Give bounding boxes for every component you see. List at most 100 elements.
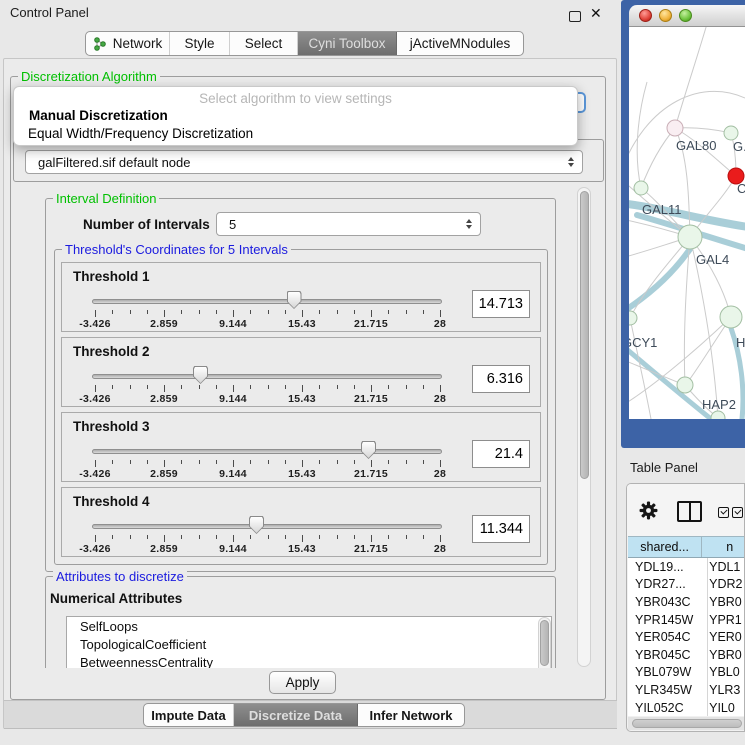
slider-track[interactable] [92,299,442,304]
algorithm-dropdown-popup: Select algorithm to view settings Manual… [13,86,578,146]
network-node[interactable] [711,411,725,419]
main-scrollbar-thumb[interactable] [580,191,589,479]
tick-mark [423,310,424,314]
tick-mark [130,535,131,539]
network-node-gal4[interactable] [678,225,702,249]
tick-mark [337,460,338,464]
column-header-shared-name[interactable]: shared... [628,537,702,557]
apply-button[interactable]: Apply [269,671,336,694]
tick-mark [130,385,131,389]
attribute-list-scrollbar[interactable] [538,617,551,668]
network-edges [629,27,745,419]
mac-zoom-icon[interactable] [679,9,692,22]
table-hscrollbar[interactable] [628,717,745,730]
network-node-gcy1[interactable] [629,311,637,325]
scale-label: 9.144 [219,468,247,480]
checkbox-icon[interactable] [732,507,743,518]
table-row[interactable]: YPR145WYPR1 [628,611,745,629]
float-window-icon[interactable] [569,11,581,22]
tick-mark [130,310,131,314]
tab-jactivemnodules[interactable]: jActiveMNodules [397,32,523,55]
dropdown-option-manual-discretization[interactable]: Manual Discretization [29,108,168,123]
network-canvas[interactable]: GAL80G.CGAL11GAL4GCY1HHAP2 [629,27,745,419]
attribute-list: SelfLoopsTopologicalCoefficientBetweenne… [66,616,552,668]
tick-mark [268,535,269,539]
number-of-intervals-combo[interactable]: 5 [216,212,481,236]
slider-track[interactable] [92,524,442,529]
threshold-label: Threshold 1 [73,269,150,284]
dropdown-option-equal-width-frequency[interactable]: Equal Width/Frequency Discretization [28,126,253,141]
column-header-name[interactable]: n [702,537,745,557]
mac-close-icon[interactable] [639,9,652,22]
tick-mark [371,460,372,467]
slider-thumb[interactable] [361,441,376,459]
table-data-combo[interactable]: galFiltered.sif default node [25,150,583,174]
list-item-topologicalcoefficient[interactable]: TopologicalCoefficient [67,635,551,653]
list-item-betweennesscentrality[interactable]: BetweennessCentrality [67,653,551,668]
checkbox-icon[interactable] [718,507,729,518]
network-node-gal80[interactable] [667,120,683,136]
threshold-label: Threshold 2 [73,344,150,359]
cell-name: YIL0 [703,701,745,715]
network-nodes: GAL80G.CGAL11GAL4GCY1HHAP2 [629,120,745,419]
node-label: C [737,181,745,196]
table-row[interactable]: YER054CYER0 [628,628,745,646]
interval-definition-title: Interval Definition [53,191,159,206]
table-row[interactable]: YBR045CYBR0 [628,646,745,664]
threshold-panel-2: Threshold 2-3.4262.8599.14415.4321.71528… [61,337,541,407]
close-icon[interactable]: ✕ [590,6,602,22]
table-row[interactable]: YBL079WYBL0 [628,664,745,682]
tick-mark [440,310,441,317]
threshold-value-field[interactable]: 14.713 [472,290,530,318]
network-node-gal11[interactable] [634,181,648,195]
table-hscrollbar-thumb[interactable] [632,719,742,728]
tick-mark [388,535,389,539]
slider-track[interactable] [92,374,442,379]
table-row[interactable]: YDL19...YDL1 [628,558,745,576]
column-layout-icon[interactable] [677,501,702,522]
threshold-value-field[interactable]: 11.344 [472,515,530,543]
network-node-h[interactable] [720,306,742,328]
tick-mark [112,460,113,464]
tick-mark [337,310,338,314]
tab-network[interactable]: Network [86,32,170,55]
table-row[interactable]: YDR27...YDR2 [628,576,745,594]
tab-select[interactable]: Select [230,32,298,55]
network-node-g[interactable] [724,126,738,140]
tick-mark [406,385,407,389]
scale-label: 9.144 [219,318,247,330]
gear-icon[interactable] [639,501,658,525]
slider-thumb[interactable] [287,291,302,309]
table-row[interactable]: YIL052CYIL0 [628,699,745,716]
tick-mark [216,385,217,389]
node-label: H [736,335,745,350]
slider-thumb[interactable] [193,366,208,384]
tick-mark [164,310,165,317]
attributes-group-title: Attributes to discretize [53,569,187,584]
slider-thumb[interactable] [249,516,264,534]
list-item-selfloops[interactable]: SelfLoops [67,617,551,635]
threshold-value-field[interactable]: 21.4 [472,440,530,468]
tick-mark [285,310,286,314]
network-node-hap2[interactable] [677,377,693,393]
tab-discretize-data[interactable]: Discretize Data [234,704,358,726]
tick-mark [147,310,148,314]
tick-mark [319,385,320,389]
scale-label: 2.859 [150,318,178,330]
tab-cyni-toolbox[interactable]: Cyni Toolbox [298,32,397,55]
slider-track[interactable] [92,449,442,454]
tick-mark [268,310,269,314]
tab-infer-network[interactable]: Infer Network [358,704,464,726]
tick-mark [354,385,355,389]
table-row[interactable]: YLR345WYLR3 [628,681,745,699]
thresholds-group: Threshold's Coordinates for 5 Intervals … [54,249,548,565]
threshold-value-field[interactable]: 6.316 [472,365,530,393]
scale-label: 9.144 [219,543,247,555]
table-row[interactable]: YBR043CYBR0 [628,593,745,611]
cell-name: YLR3 [703,683,745,697]
tab-impute-data[interactable]: Impute Data [144,704,234,726]
mac-minimize-icon[interactable] [659,9,672,22]
tab-style[interactable]: Style [170,32,230,55]
tab-label: Select [245,36,283,51]
main-scrollbar[interactable] [577,187,591,667]
